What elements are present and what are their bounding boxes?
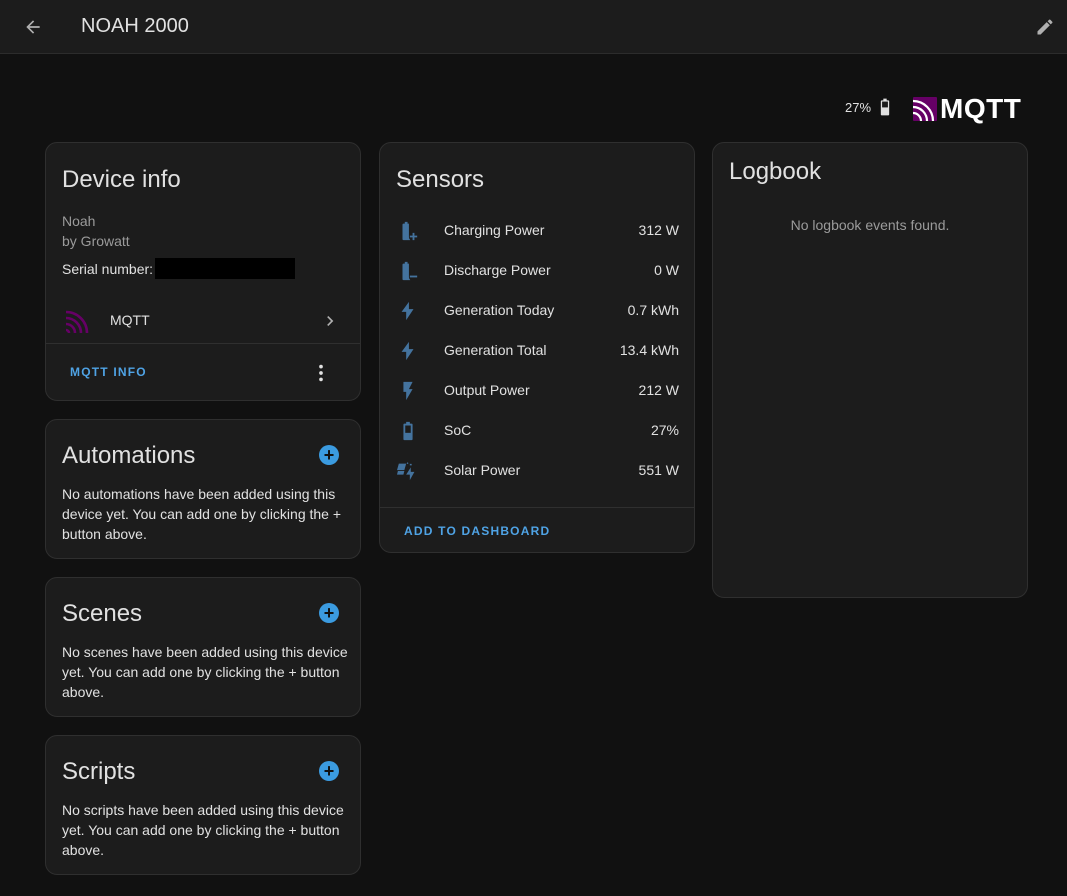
- mqtt-logo-text: MQTT: [940, 93, 1022, 124]
- sensor-row-output-power[interactable]: Output Power 212 W: [380, 371, 695, 411]
- device-manufacturer: by Growatt: [62, 233, 130, 249]
- sensor-row-soc[interactable]: SoC 27%: [380, 411, 695, 451]
- add-automation-button[interactable]: +: [319, 445, 339, 465]
- plus-icon: +: [323, 444, 335, 465]
- logbook-empty-text: No logbook events found.: [790, 217, 950, 233]
- sensor-value: 13.4 kWh: [619, 342, 679, 358]
- sensor-row-generation-today[interactable]: Generation Today 0.7 kWh: [380, 291, 695, 331]
- scenes-empty-text: No scenes have been added using this dev…: [62, 644, 348, 700]
- more-vertical-icon[interactable]: [310, 362, 332, 384]
- sensor-row-solar-power[interactable]: Solar Power 551 W: [380, 451, 695, 491]
- sensor-name: Charging Power: [444, 222, 545, 238]
- sensor-name: SoC: [444, 422, 472, 438]
- add-scene-button[interactable]: +: [319, 603, 339, 623]
- edit-button[interactable]: [1032, 14, 1058, 40]
- device-info-card: Device info Noah by Growatt Serial numbe…: [45, 142, 361, 401]
- logbook-card: Logbook No logbook events found.: [712, 142, 1028, 598]
- device-info-title: Device info: [62, 166, 181, 193]
- battery-minus-icon: [402, 261, 418, 281]
- sensor-value: 27%: [650, 422, 679, 438]
- battery-icon: [403, 421, 413, 441]
- automations-empty-text: No automations have been added using thi…: [62, 486, 342, 542]
- mqtt-integration-icon: [66, 310, 89, 333]
- lightning-bolt-icon: [403, 381, 413, 401]
- mqtt-info-button[interactable]: MQTT INFO: [70, 365, 147, 379]
- solar-power-icon: [397, 462, 415, 481]
- sensor-value: 0.7 kWh: [627, 302, 679, 318]
- back-button[interactable]: [20, 14, 46, 40]
- logbook-title: Logbook: [729, 158, 822, 185]
- sensors-title: Sensors: [396, 166, 485, 193]
- card-divider: [46, 343, 360, 344]
- sensor-name: Generation Total: [444, 342, 547, 358]
- mqtt-logo: MQTT: [913, 95, 1021, 123]
- sensor-value: 212 W: [638, 382, 679, 398]
- sensor-value: 0 W: [654, 262, 679, 278]
- battery-charging-icon: [402, 221, 418, 241]
- sensors-card: Sensors Charging Power 312 W Discharge P…: [379, 142, 695, 553]
- scripts-title: Scripts: [62, 758, 136, 785]
- sensor-name: Generation Today: [444, 302, 555, 318]
- flash-icon: [401, 341, 414, 361]
- scripts-card: Scripts + No scripts have been added usi…: [45, 735, 361, 875]
- flash-icon: [401, 301, 414, 321]
- plus-icon: +: [323, 760, 335, 781]
- plus-icon: +: [323, 602, 335, 623]
- pencil-icon: [1037, 19, 1053, 35]
- sensor-row-generation-total[interactable]: Generation Total 13.4 kWh: [380, 331, 695, 371]
- top-app-bar: NOAH 2000: [0, 0, 1067, 54]
- serial-number-label: Serial number:: [62, 261, 154, 277]
- sensor-row-discharge-power[interactable]: Discharge Power 0 W: [380, 251, 695, 291]
- add-to-dashboard-button[interactable]: ADD TO DASHBOARD: [404, 524, 550, 538]
- battery-status: 27%: [845, 96, 895, 118]
- battery-icon: [880, 98, 890, 116]
- battery-status-text: 27%: [845, 99, 872, 115]
- automations-title: Automations: [62, 442, 196, 469]
- chevron-right-icon: [327, 316, 334, 326]
- sensor-name: Discharge Power: [444, 262, 551, 278]
- integration-name: MQTT: [110, 312, 150, 328]
- sensor-value: 312 W: [638, 222, 679, 238]
- device-model: Noah: [62, 213, 96, 229]
- mqtt-waves-icon: [913, 97, 937, 121]
- sensor-value: 551 W: [638, 462, 679, 478]
- scenes-title: Scenes: [62, 600, 143, 627]
- page-title: NOAH 2000: [81, 15, 189, 37]
- scripts-empty-text: No scripts have been added using this de…: [62, 802, 344, 858]
- arrow-left-icon: [26, 20, 40, 34]
- sensor-name: Solar Power: [444, 462, 521, 478]
- add-script-button[interactable]: +: [319, 761, 339, 781]
- sensor-name: Output Power: [444, 382, 530, 398]
- card-divider: [380, 507, 694, 508]
- scenes-card: Scenes + No scenes have been added using…: [45, 577, 361, 717]
- integration-row[interactable]: MQTT: [46, 303, 360, 343]
- automations-card: Automations + No automations have been a…: [45, 419, 361, 559]
- serial-number-redacted: [155, 258, 295, 279]
- sensor-row-charging-power[interactable]: Charging Power 312 W: [380, 211, 695, 251]
